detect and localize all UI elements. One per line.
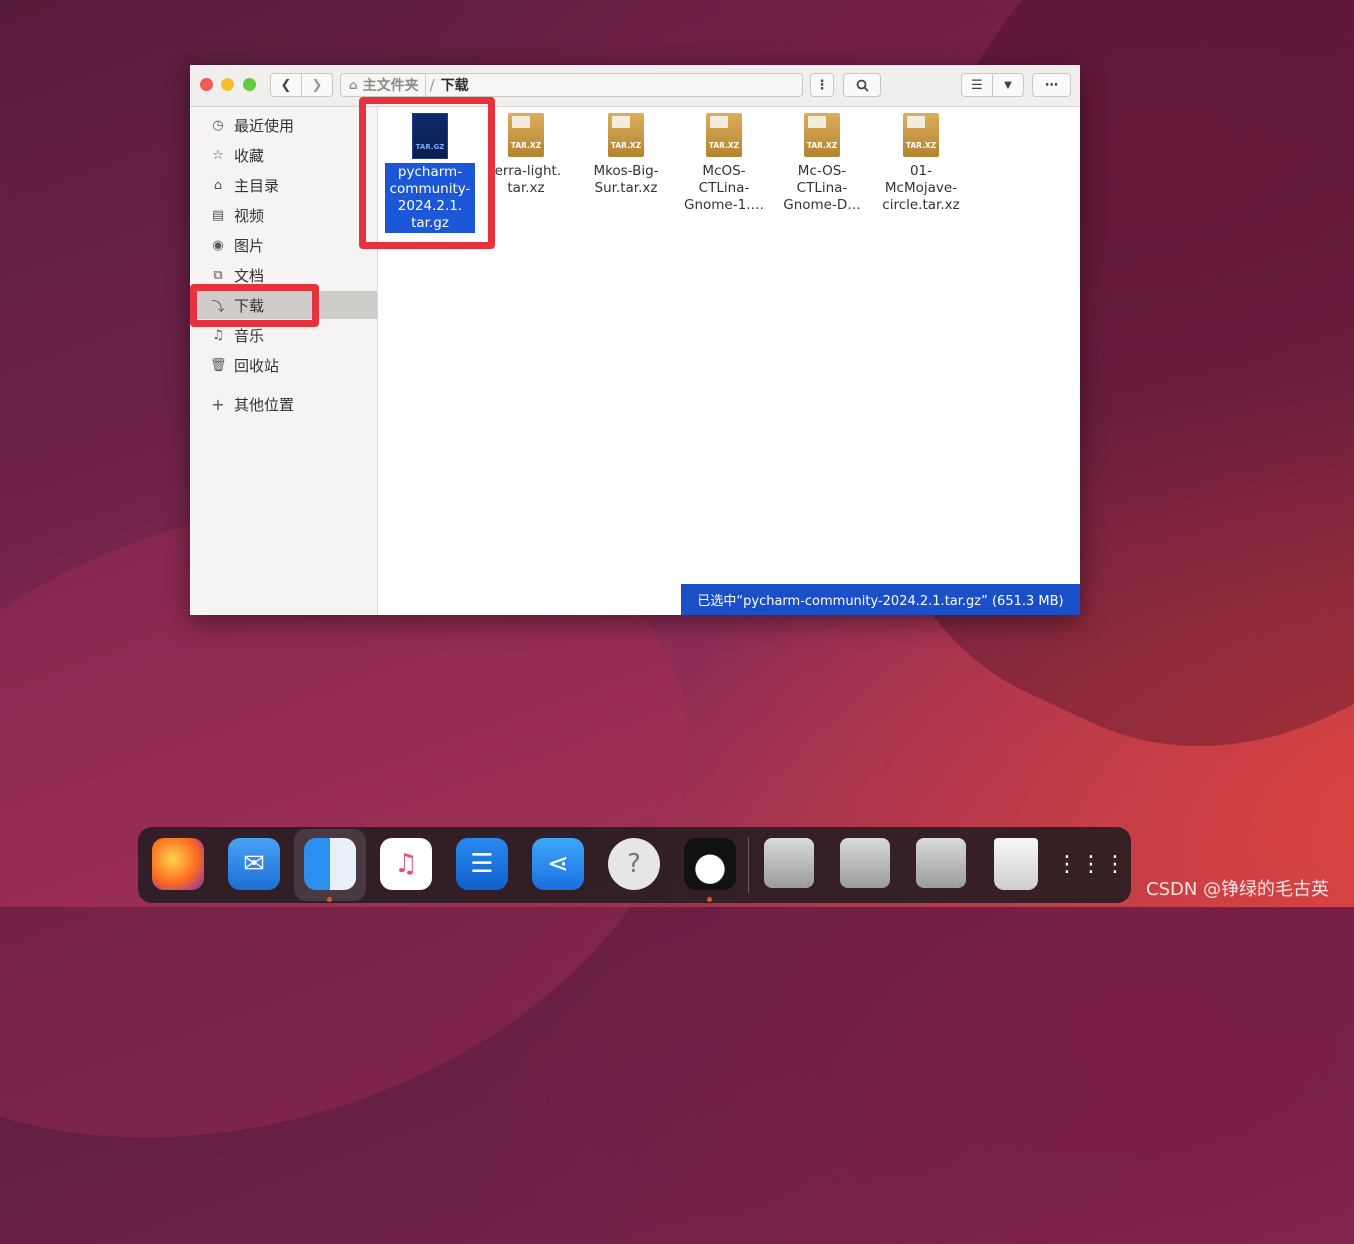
file-item[interactable]: TAR.XZ Mc-OS- CTLina- Gnome-D…	[774, 113, 870, 214]
sidebar-item-other-locations[interactable]: + 其他位置	[190, 390, 377, 418]
app-grid-icon[interactable]: ⋮⋮⋮	[1056, 838, 1126, 890]
file-type-badge: TAR.XZ	[708, 141, 740, 150]
caret-down-icon: ▼	[1004, 79, 1012, 91]
sidebar: ◷ 最近使用 ☆ 收藏 ⌂ 主目录 ▤ 视频 ◉ 图片 ⧉ 文档 ⤵ 下载 ♫	[190, 107, 378, 615]
mail-icon[interactable]: ✉	[228, 838, 280, 890]
breadcrumb-home-label: 主文件夹	[362, 78, 419, 94]
file-item[interactable]: TAR.XZ 01- McMojave- circle.tar.xz	[873, 113, 969, 214]
file-type-badge: TAR.XZ	[806, 141, 838, 150]
sidebar-item-videos[interactable]: ▤ 视频	[190, 201, 377, 229]
star-icon: ☆	[212, 147, 224, 163]
watermark: CSDN @铮绿的毛古英	[1146, 879, 1330, 900]
sidebar-item-label: 收藏	[234, 146, 265, 165]
file-name-line: Mc-OS-	[797, 163, 847, 179]
sidebar-item-label: 图片	[234, 236, 265, 255]
breadcrumb-current[interactable]: 下载	[439, 75, 469, 95]
dock-separator	[748, 837, 749, 893]
breadcrumb: ⌂ 主文件夹 / 下载	[340, 73, 803, 97]
dock: ✉ ♫ ☰ ⋖ ? ⋮⋮⋮	[138, 827, 1131, 903]
archive-icon: TAR.XZ	[706, 113, 742, 159]
sidebar-item-label: 音乐	[234, 326, 265, 345]
sidebar-item-recent[interactable]: ◷ 最近使用	[190, 111, 377, 139]
archive-icon: TAR.XZ	[903, 113, 939, 159]
file-name-line: McOS-	[702, 163, 746, 179]
vertical-dots-icon: ⋮	[815, 77, 829, 93]
home-icon: ⌂	[213, 177, 223, 193]
trash-icon[interactable]	[994, 838, 1038, 890]
search-icon	[856, 79, 869, 92]
drive-icon[interactable]	[840, 838, 890, 888]
sidebar-item-label: 最近使用	[234, 116, 295, 135]
file-name-line: 01-	[909, 163, 933, 179]
text-editor-icon[interactable]: ☰	[456, 838, 508, 890]
sidebar-item-starred[interactable]: ☆ 收藏	[190, 141, 377, 169]
file-name-line: Sur.tar.xz	[594, 180, 658, 196]
app-store-icon[interactable]: ⋖	[532, 838, 584, 890]
file-manager-window: ❮ ❯ ⌂ 主文件夹 / 下载 ⋮ ☰ ▼ ⋯ ◷ 最近使用 ☆ 收藏 ⌂ 主目…	[190, 65, 1080, 615]
file-type-badge: TAR.XZ	[905, 141, 937, 150]
search-button[interactable]	[843, 73, 881, 97]
music-icon[interactable]: ♫	[380, 838, 432, 890]
file-name-line: CTLina-	[796, 180, 848, 196]
file-item[interactable]: TAR.XZ McOS- CTLina- Gnome-1.…	[676, 113, 772, 214]
breadcrumb-separator: /	[429, 76, 435, 94]
selection-status-bar: 已选中“pycharm-community-2024.2.1.tar.gz” (…	[681, 584, 1080, 615]
document-icon: ⧉	[213, 267, 223, 283]
video-icon: ▤	[211, 207, 225, 223]
finder-icon[interactable]	[304, 838, 356, 890]
file-name-line: Mkos-Big-	[593, 163, 659, 179]
back-button[interactable]: ❮	[270, 73, 302, 97]
highlight-downloads-item	[190, 284, 319, 327]
sidebar-item-label: 回收站	[234, 356, 280, 375]
file-type-badge: TAR.XZ	[510, 141, 542, 150]
help-icon[interactable]: ?	[608, 838, 660, 890]
chevron-right-icon: ❯	[311, 77, 323, 93]
sidebar-item-trash[interactable]: 🗑 回收站	[190, 351, 377, 379]
firefox-icon[interactable]	[152, 838, 204, 890]
close-button[interactable]	[200, 78, 213, 91]
archive-icon: TAR.XZ	[608, 113, 644, 159]
home-icon: ⌂	[349, 78, 358, 92]
highlight-selected-file	[359, 97, 495, 249]
forward-button[interactable]: ❯	[301, 73, 333, 97]
list-icon: ☰	[971, 77, 983, 93]
sidebar-item-pictures[interactable]: ◉ 图片	[190, 231, 377, 259]
qq-icon[interactable]	[684, 838, 736, 890]
file-name-line: Gnome-D…	[783, 197, 861, 213]
sidebar-item-label: 文档	[234, 266, 265, 285]
drive-icon[interactable]	[764, 838, 814, 888]
plus-icon: +	[211, 394, 225, 414]
chevron-left-icon: ❮	[280, 77, 292, 93]
sidebar-item-label: 其他位置	[234, 395, 295, 414]
view-options-button[interactable]: ▼	[992, 73, 1024, 97]
maximize-button[interactable]	[243, 78, 256, 91]
file-item[interactable]: TAR.XZ Mkos-Big- Sur.tar.xz	[578, 113, 674, 197]
file-name-line: CTLina-	[698, 180, 750, 196]
file-name-line: Gnome-1.…	[684, 197, 764, 213]
clock-icon: ◷	[212, 117, 224, 133]
more-menu-button[interactable]: ⋯	[1032, 73, 1071, 97]
trash-icon: 🗑	[210, 357, 227, 373]
drive-icon[interactable]	[916, 838, 966, 888]
running-indicator	[707, 897, 712, 902]
sidebar-item-label: 主目录	[234, 176, 280, 195]
music-icon: ♫	[212, 327, 224, 343]
camera-icon: ◉	[212, 237, 224, 253]
file-name-line: circle.tar.xz	[882, 197, 960, 213]
breadcrumb-home[interactable]: ⌂ 主文件夹	[341, 74, 426, 96]
more-dots-icon: ⋯	[1045, 77, 1058, 93]
list-view-button[interactable]: ☰	[961, 73, 993, 97]
archive-icon: TAR.XZ	[804, 113, 840, 159]
archive-icon: TAR.XZ	[508, 113, 544, 159]
headerbar: ❮ ❯ ⌂ 主文件夹 / 下载 ⋮ ☰ ▼ ⋯	[190, 65, 1080, 107]
sidebar-item-label: 视频	[234, 206, 265, 225]
sidebar-item-home[interactable]: ⌂ 主目录	[190, 171, 377, 199]
minimize-button[interactable]	[221, 78, 234, 91]
running-indicator	[327, 897, 332, 902]
file-type-badge: TAR.XZ	[610, 141, 642, 150]
path-menu-button[interactable]: ⋮	[810, 73, 834, 97]
file-name-line: McMojave-	[884, 180, 958, 196]
